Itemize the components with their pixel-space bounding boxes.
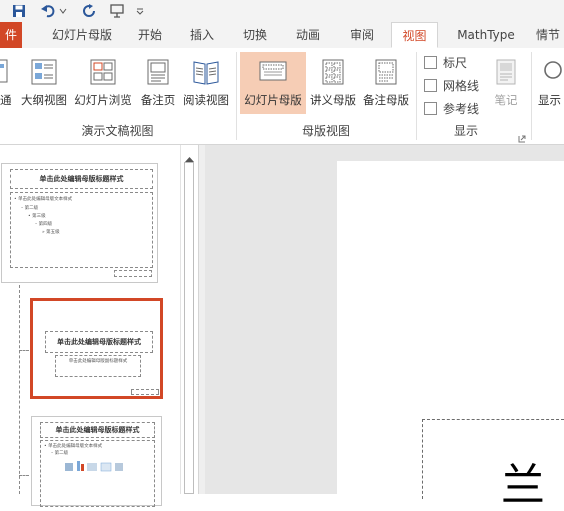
master-slide-thumbnail[interactable]: 单击此处编辑母版标题样式 • 单击此处编辑母版文本样式 – 第二级 • 第三级 … [1, 163, 158, 283]
layout-connector [19, 350, 29, 351]
reading-view-icon [193, 61, 219, 85]
content-icons [65, 461, 123, 472]
customize-toolbar-icon[interactable] [134, 2, 146, 20]
master-title-text: 单击此处编辑母版标题样式 [39, 175, 124, 183]
outline-view-label: 大纲视图 [21, 93, 67, 107]
tab-animations[interactable]: 动画 [286, 22, 330, 48]
master-body-3: • 第三级 [28, 214, 46, 219]
master-body-5: » 第五级 [42, 230, 60, 235]
slide-sorter-button[interactable]: 幻灯片浏览 [72, 52, 134, 114]
tab-insert[interactable]: 插入 [180, 22, 224, 48]
tab-partial[interactable]: 情节 [536, 22, 564, 48]
reading-view-button[interactable]: 阅读视图 [180, 52, 232, 114]
layout1-title-text: 单击此处编辑母版标题样式 [57, 338, 141, 346]
show-partial-button[interactable]: 显示 [534, 52, 564, 114]
thumbnail-scrollbar[interactable] [180, 145, 199, 494]
group-label-master-views: 母版视图 [301, 124, 350, 138]
notes-master-icon [375, 59, 397, 85]
guides-checkbox-box[interactable] [424, 102, 437, 115]
slide-sorter-icon [90, 59, 116, 85]
ruler-checkbox[interactable]: 标尺 [424, 54, 467, 72]
tab-start[interactable]: 开始 [128, 22, 172, 48]
notes-master-button[interactable]: 备注母版 [360, 52, 412, 114]
ruler-label: 标尺 [443, 56, 468, 70]
group-label-show: 显示 [453, 124, 478, 138]
slide-sorter-label: 幻灯片浏览 [74, 93, 132, 107]
slide-master-button[interactable]: 幻灯片母版 [240, 52, 306, 114]
layout-connector [19, 285, 20, 494]
ribbon-view: 通 大纲视图 幻灯片浏览 备注页 阅读视图 演示文稿视图 幻灯片母版 讲义母版 … [0, 48, 564, 145]
show-partial-label: 显示 [538, 93, 561, 107]
notes-master-label: 备注母版 [363, 93, 409, 107]
subtitle-placeholder: 单击此处编辑母版副标题样式 [55, 355, 141, 377]
tab-mathtype[interactable]: MathType [448, 22, 524, 48]
content-placeholder: • 单击此处编辑母版文本样式 – 第二级 [40, 440, 155, 507]
title-placeholder: 单击此处编辑母版标题样式 [10, 169, 153, 189]
group-separator [416, 52, 417, 140]
layout2-title-text: 单击此处编辑母版标题样式 [55, 426, 140, 434]
tab-file[interactable]: 件 [0, 22, 22, 48]
tab-review[interactable]: 审阅 [339, 22, 385, 48]
outline-view-button[interactable]: 大纲视图 [18, 52, 70, 114]
handout-master-label: 讲义母版 [310, 93, 356, 107]
layout2-body2-text: – 第二级 [51, 451, 69, 456]
title-placeholder[interactable]: 兰 [422, 419, 564, 508]
handout-master-button[interactable]: 讲义母版 [307, 52, 359, 114]
scroll-up-arrow-icon[interactable] [185, 149, 194, 162]
redo-icon[interactable] [80, 2, 98, 20]
layout-thumbnail[interactable]: 单击此处编辑母版标题样式 • 单击此处编辑母版文本样式 – 第二级 [31, 416, 162, 507]
tab-view[interactable]: 视图 [391, 22, 438, 48]
footer-placeholder [131, 389, 159, 395]
normal-view-button[interactable]: 通 [0, 52, 14, 114]
slide-master-label: 幻灯片母版 [244, 93, 302, 107]
gridlines-checkbox-box[interactable] [424, 79, 437, 92]
gridlines-checkbox[interactable]: 网格线 [424, 77, 479, 95]
current-slide[interactable]: 兰 [337, 161, 564, 508]
notes-icon [496, 59, 516, 85]
layout1-subtitle-text: 单击此处编辑母版副标题样式 [68, 359, 128, 364]
notes-page-label: 备注页 [140, 93, 176, 107]
scroll-thumb[interactable] [184, 162, 194, 494]
save-icon[interactable] [10, 2, 28, 20]
slide-master-icon [259, 61, 287, 81]
notes-page-icon [147, 59, 169, 85]
body-placeholder: • 单击此处编辑母版文本样式 – 第二级 • 第三级 – 第四级 » 第五级 [10, 192, 153, 268]
group-separator [236, 52, 237, 140]
dialog-launcher-icon[interactable] [518, 128, 526, 143]
layout-connector [19, 475, 29, 476]
ribbon-tabs: 件 幻灯片母版 开始 插入 切换 动画 审阅 视图 MathType 情节 [0, 22, 564, 49]
tab-transitions[interactable]: 切换 [233, 22, 277, 48]
guides-label: 参考线 [443, 102, 480, 116]
tab-slide-master[interactable]: 幻灯片母版 [40, 22, 124, 48]
title-placeholder: 单击此处编辑母版标题样式 [45, 331, 153, 353]
group-separator [531, 52, 532, 140]
reading-view-label: 阅读视图 [183, 93, 229, 107]
title-placeholder: 单击此处编辑母版标题样式 [40, 422, 155, 438]
group-label-presentation-views: 演示文稿视图 [81, 124, 154, 138]
thumbnail-pane: 单击此处编辑母版标题样式 • 单击此处编辑母版文本样式 – 第二级 • 第三级 … [0, 145, 198, 507]
master-body-1: • 单击此处编辑母版文本样式 [14, 197, 73, 202]
notes-page-button[interactable]: 备注页 [136, 52, 180, 114]
outline-view-icon [31, 59, 57, 85]
master-body-4: – 第四级 [35, 222, 53, 227]
gridlines-label: 网格线 [443, 79, 480, 93]
quick-access-toolbar [0, 0, 564, 22]
title-partial-text: 兰 [501, 460, 545, 511]
handout-master-icon [322, 59, 344, 85]
slide-editing-area: 兰 [205, 145, 564, 508]
notes-button[interactable]: 笔记 [486, 52, 526, 114]
ruler-checkbox-box[interactable] [424, 56, 437, 69]
undo-icon[interactable] [40, 2, 58, 20]
presentation-icon[interactable] [108, 2, 126, 20]
notes-label: 笔记 [494, 93, 518, 107]
normal-view-label: 通 [0, 93, 12, 107]
footer-placeholder [114, 270, 152, 277]
layout-thumbnail-selected[interactable]: 单击此处编辑母版标题样式 单击此处编辑母版副标题样式 [30, 298, 163, 399]
undo-dropdown-icon[interactable] [58, 2, 68, 20]
master-body-2: – 第二级 [21, 206, 39, 211]
zoom-partial-icon [544, 61, 562, 79]
guides-checkbox[interactable]: 参考线 [424, 100, 479, 118]
layout2-body-text: • 单击此处编辑母版文本样式 [44, 444, 103, 449]
